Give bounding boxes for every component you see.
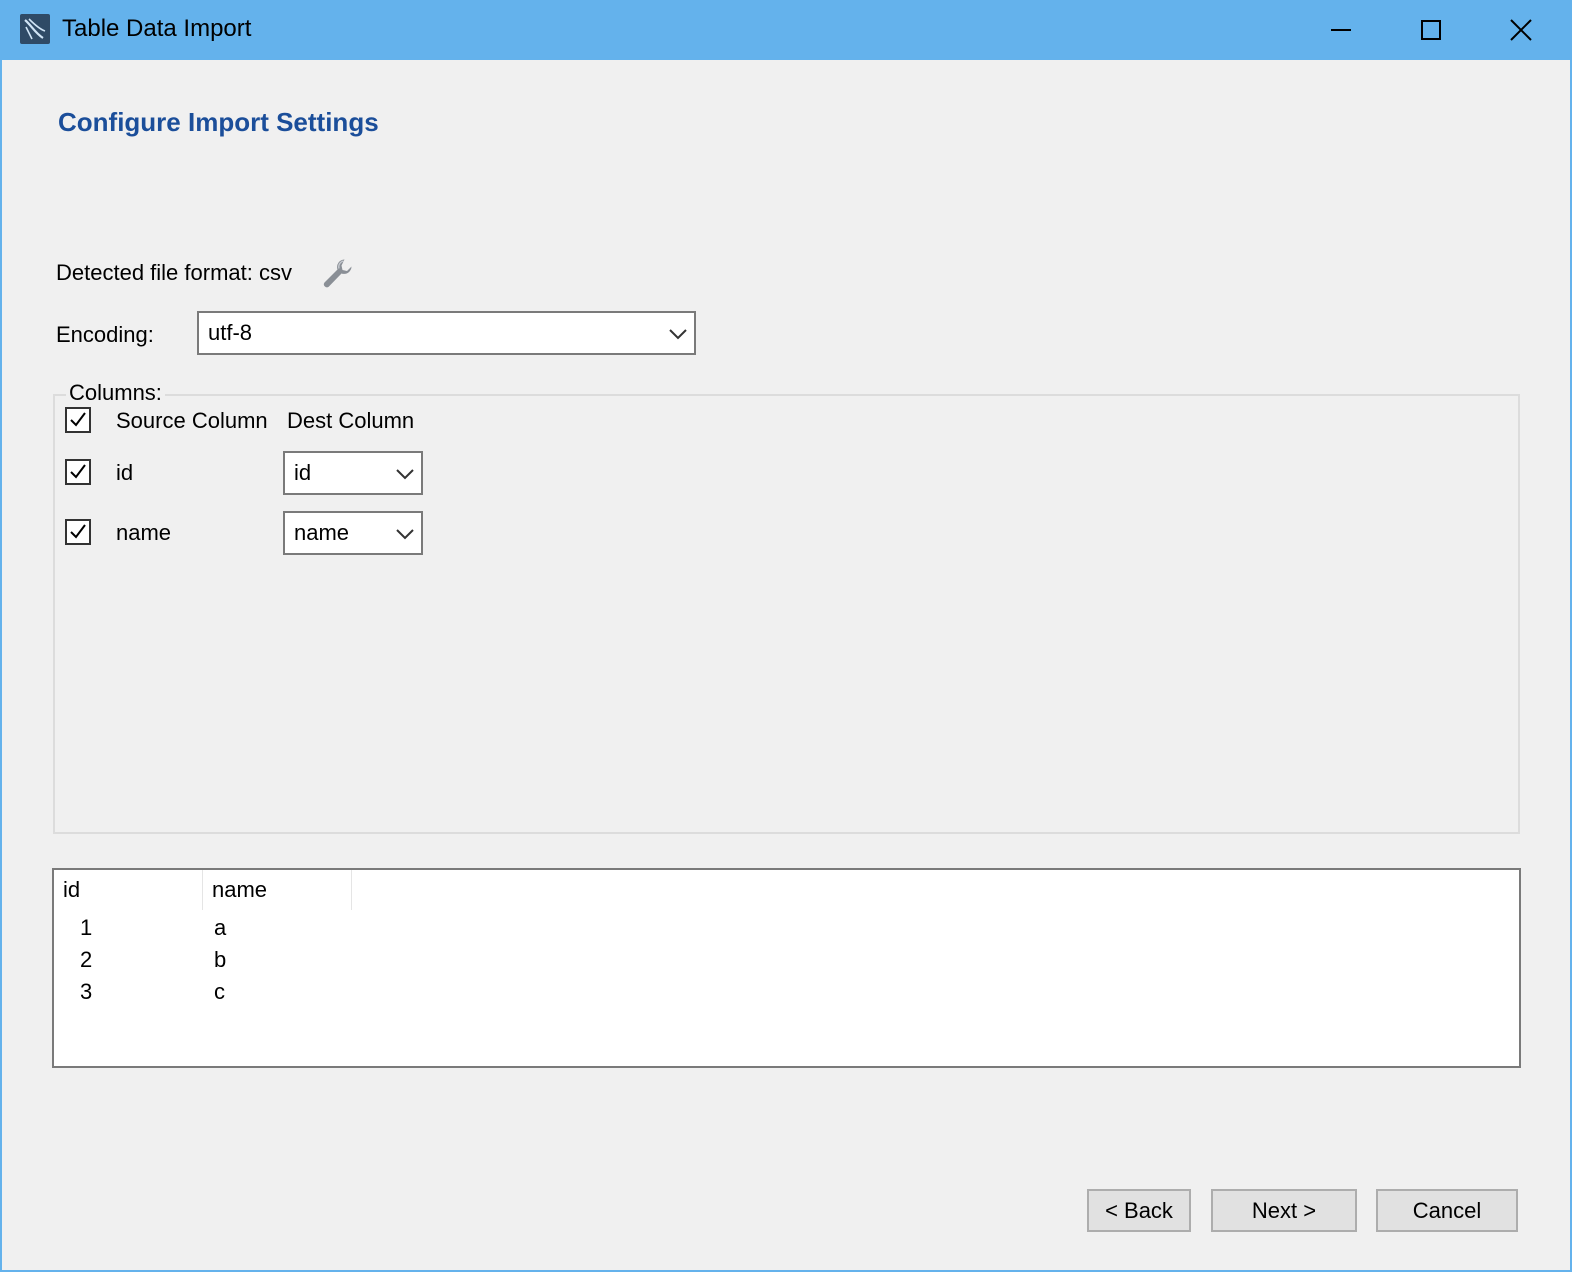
encoding-select[interactable]: utf-8 xyxy=(197,311,696,355)
maximize-icon xyxy=(1420,19,1442,41)
wrench-icon[interactable] xyxy=(320,256,354,290)
dest-column-select-id[interactable]: id xyxy=(283,451,423,495)
preview-header-name[interactable]: name xyxy=(203,870,352,910)
column-checkbox-name[interactable] xyxy=(65,519,91,545)
data-preview-table[interactable]: id name 1 a 2 b 3 c xyxy=(52,868,1521,1068)
columns-group xyxy=(53,394,1520,834)
dest-column-value: name xyxy=(294,520,350,545)
encoding-label: Encoding: xyxy=(56,322,154,347)
close-button[interactable] xyxy=(1476,0,1566,60)
preview-cell: a xyxy=(214,915,227,940)
preview-cell: 2 xyxy=(80,947,93,972)
source-column-header: Source Column xyxy=(116,408,268,433)
cancel-button[interactable]: Cancel xyxy=(1376,1189,1518,1232)
page-heading: Configure Import Settings xyxy=(58,107,379,137)
preview-cell: b xyxy=(214,947,227,972)
mysql-workbench-app-icon xyxy=(19,13,51,45)
next-button[interactable]: Next > xyxy=(1211,1189,1357,1232)
maximize-button[interactable] xyxy=(1386,0,1476,60)
columns-group-label: Columns: xyxy=(66,379,165,407)
column-checkbox-id[interactable] xyxy=(65,459,91,485)
select-all-columns-checkbox[interactable] xyxy=(65,407,91,433)
source-column-id: id xyxy=(116,460,134,485)
minimize-button[interactable] xyxy=(1296,0,1386,60)
preview-cell: c xyxy=(214,979,225,1004)
preview-header-id[interactable]: id xyxy=(54,870,203,910)
minimize-icon xyxy=(1330,19,1352,41)
chevron-down-icon xyxy=(668,320,688,346)
chevron-down-icon xyxy=(395,460,415,486)
title-bar: Table Data Import xyxy=(2,0,1572,60)
dest-column-select-name[interactable]: name xyxy=(283,511,423,555)
source-column-name: name xyxy=(116,520,172,545)
dest-column-value: id xyxy=(294,460,312,485)
detected-format-label: Detected file format: csv xyxy=(56,260,292,285)
dest-column-header: Dest Column xyxy=(287,408,415,433)
back-button[interactable]: < Back xyxy=(1087,1189,1191,1232)
close-icon xyxy=(1509,18,1533,42)
preview-cell: 3 xyxy=(80,979,93,1004)
window-title: Table Data Import xyxy=(62,15,252,42)
table-data-import-window: Table Data Import Configure Import Setti… xyxy=(0,0,1572,1272)
chevron-down-icon xyxy=(395,520,415,546)
preview-cell: 1 xyxy=(80,915,93,940)
encoding-select-value: utf-8 xyxy=(208,320,253,345)
